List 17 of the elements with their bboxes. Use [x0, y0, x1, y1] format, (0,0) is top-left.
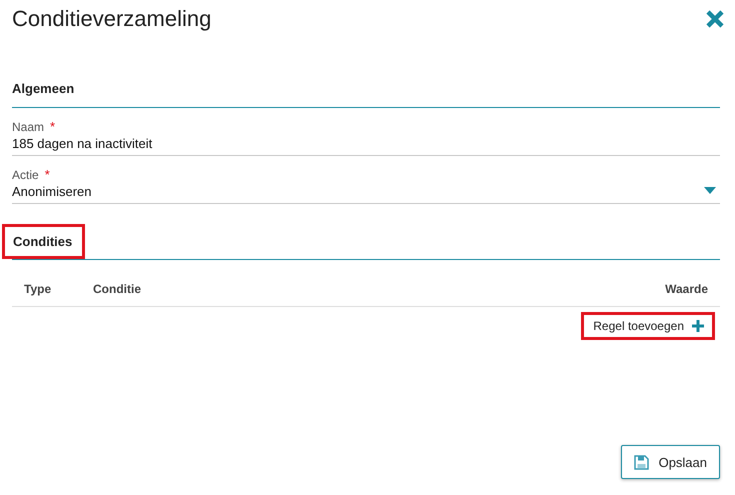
select-field[interactable]: Actie * Anonimiseren	[12, 156, 720, 204]
save-button[interactable]: Opslaan	[620, 445, 720, 479]
caret-icon	[704, 187, 716, 194]
field-label: Actie	[12, 168, 39, 182]
section-title: Algemeen	[12, 80, 76, 98]
section-title: Condities	[2, 224, 86, 259]
add-row-button[interactable]: Regel toevoegen	[581, 312, 715, 340]
close-button[interactable]	[705, 9, 725, 29]
column-header: Waarde	[664, 282, 708, 296]
column-header: Type	[24, 282, 52, 296]
plus-icon	[692, 320, 704, 332]
field-label: Naam	[12, 120, 44, 134]
required-mark: *	[44, 167, 50, 182]
column-header: Conditie	[93, 282, 142, 296]
dialog-title: Conditieverzameling	[12, 6, 212, 32]
input-field[interactable]: Naam * 185 dagen na inactiviteit	[12, 108, 720, 156]
required-mark: *	[50, 119, 56, 134]
